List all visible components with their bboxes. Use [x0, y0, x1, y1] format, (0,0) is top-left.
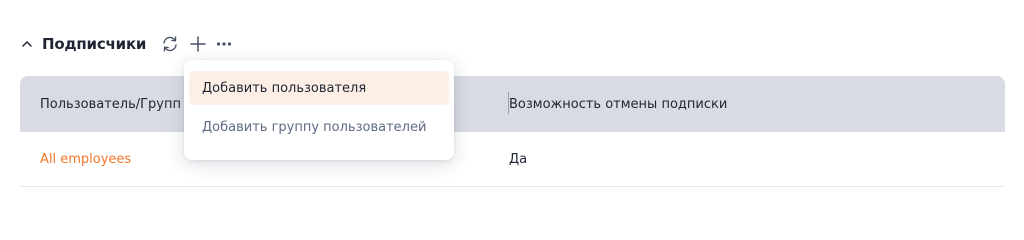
column-header-user[interactable]: Пользователь/Групп — [40, 76, 181, 132]
plus-icon[interactable] — [188, 34, 208, 54]
section-title: Подписчики — [42, 35, 147, 53]
subscribers-table: Пользователь/Групп Возможность отмены по… — [20, 76, 1005, 187]
table-row[interactable]: All employees Да — [20, 132, 1005, 187]
refresh-icon[interactable] — [160, 34, 180, 54]
add-dropdown-menu: Добавить пользователя Добавить группу по… — [184, 60, 454, 160]
chevron-up-icon[interactable] — [20, 37, 34, 51]
more-horizontal-icon[interactable] — [214, 34, 234, 54]
table-header: Пользователь/Групп Возможность отмены по… — [20, 76, 1005, 132]
menu-item-add-group[interactable]: Добавить группу пользователей — [189, 110, 449, 144]
column-header-cancel-allowed[interactable]: Возможность отмены подписки — [509, 76, 727, 132]
subscriber-link[interactable]: All employees — [40, 132, 131, 186]
menu-item-add-user[interactable]: Добавить пользователя — [189, 71, 449, 105]
subscribers-panel: Подписчики Пользователь/Групп Возможност… — [0, 0, 1024, 235]
cancel-allowed-value: Да — [509, 151, 528, 167]
section-header: Подписчики — [20, 30, 234, 58]
